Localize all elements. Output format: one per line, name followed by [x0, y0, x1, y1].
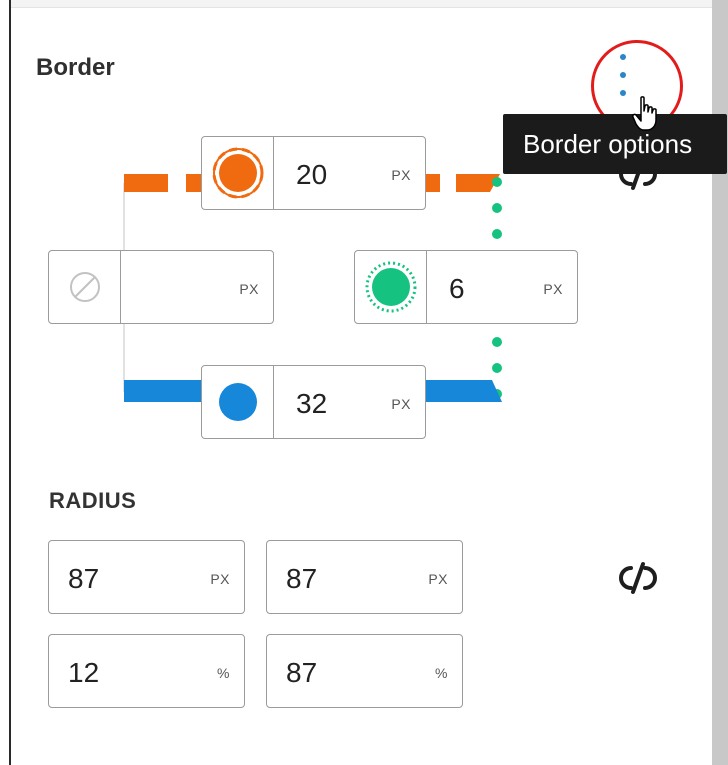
radius-unit: % — [217, 665, 230, 681]
border-right-field[interactable]: 6 PX — [354, 250, 578, 324]
radius-unit: PX — [428, 571, 448, 587]
solid-circle-blue-icon — [219, 383, 257, 421]
border-bottom-value[interactable]: 32 — [296, 388, 327, 420]
radius-value[interactable]: 87 — [286, 563, 317, 595]
border-top-style-button[interactable] — [202, 137, 274, 209]
radius-section-title: RADIUS — [49, 488, 137, 513]
radius-value[interactable]: 12 — [68, 657, 99, 689]
border-top-unit: PX — [391, 167, 411, 183]
radius-top-left-field[interactable]: 87 PX — [48, 540, 245, 614]
border-top-value[interactable]: 20 — [296, 159, 327, 191]
border-right-value[interactable]: 6 — [449, 273, 465, 305]
border-bottom-style-button[interactable] — [202, 366, 274, 438]
border-right-style-button[interactable] — [355, 251, 427, 323]
border-top-field[interactable]: 20 PX — [201, 136, 426, 210]
border-left-field[interactable]: PX — [48, 250, 274, 324]
hand-cursor-icon — [632, 96, 657, 131]
border-bottom-field[interactable]: 32 PX — [201, 365, 426, 439]
radius-bottom-right-field[interactable]: 87 % — [266, 634, 463, 708]
border-left-unit: PX — [239, 281, 259, 297]
radius-bottom-left-field[interactable]: 12 % — [48, 634, 245, 708]
border-options-tooltip: Border options — [503, 114, 727, 174]
radius-top-right-field[interactable]: 87 PX — [266, 540, 463, 614]
radius-value[interactable]: 87 — [68, 563, 99, 595]
no-style-icon — [70, 272, 100, 302]
unlink-icon[interactable] — [614, 554, 662, 602]
border-right-unit: PX — [543, 281, 563, 297]
radius-value[interactable]: 87 — [286, 657, 317, 689]
border-left-style-button[interactable] — [49, 251, 121, 323]
radius-unit: PX — [210, 571, 230, 587]
radius-unit: % — [435, 665, 448, 681]
border-bottom-unit: PX — [391, 396, 411, 412]
